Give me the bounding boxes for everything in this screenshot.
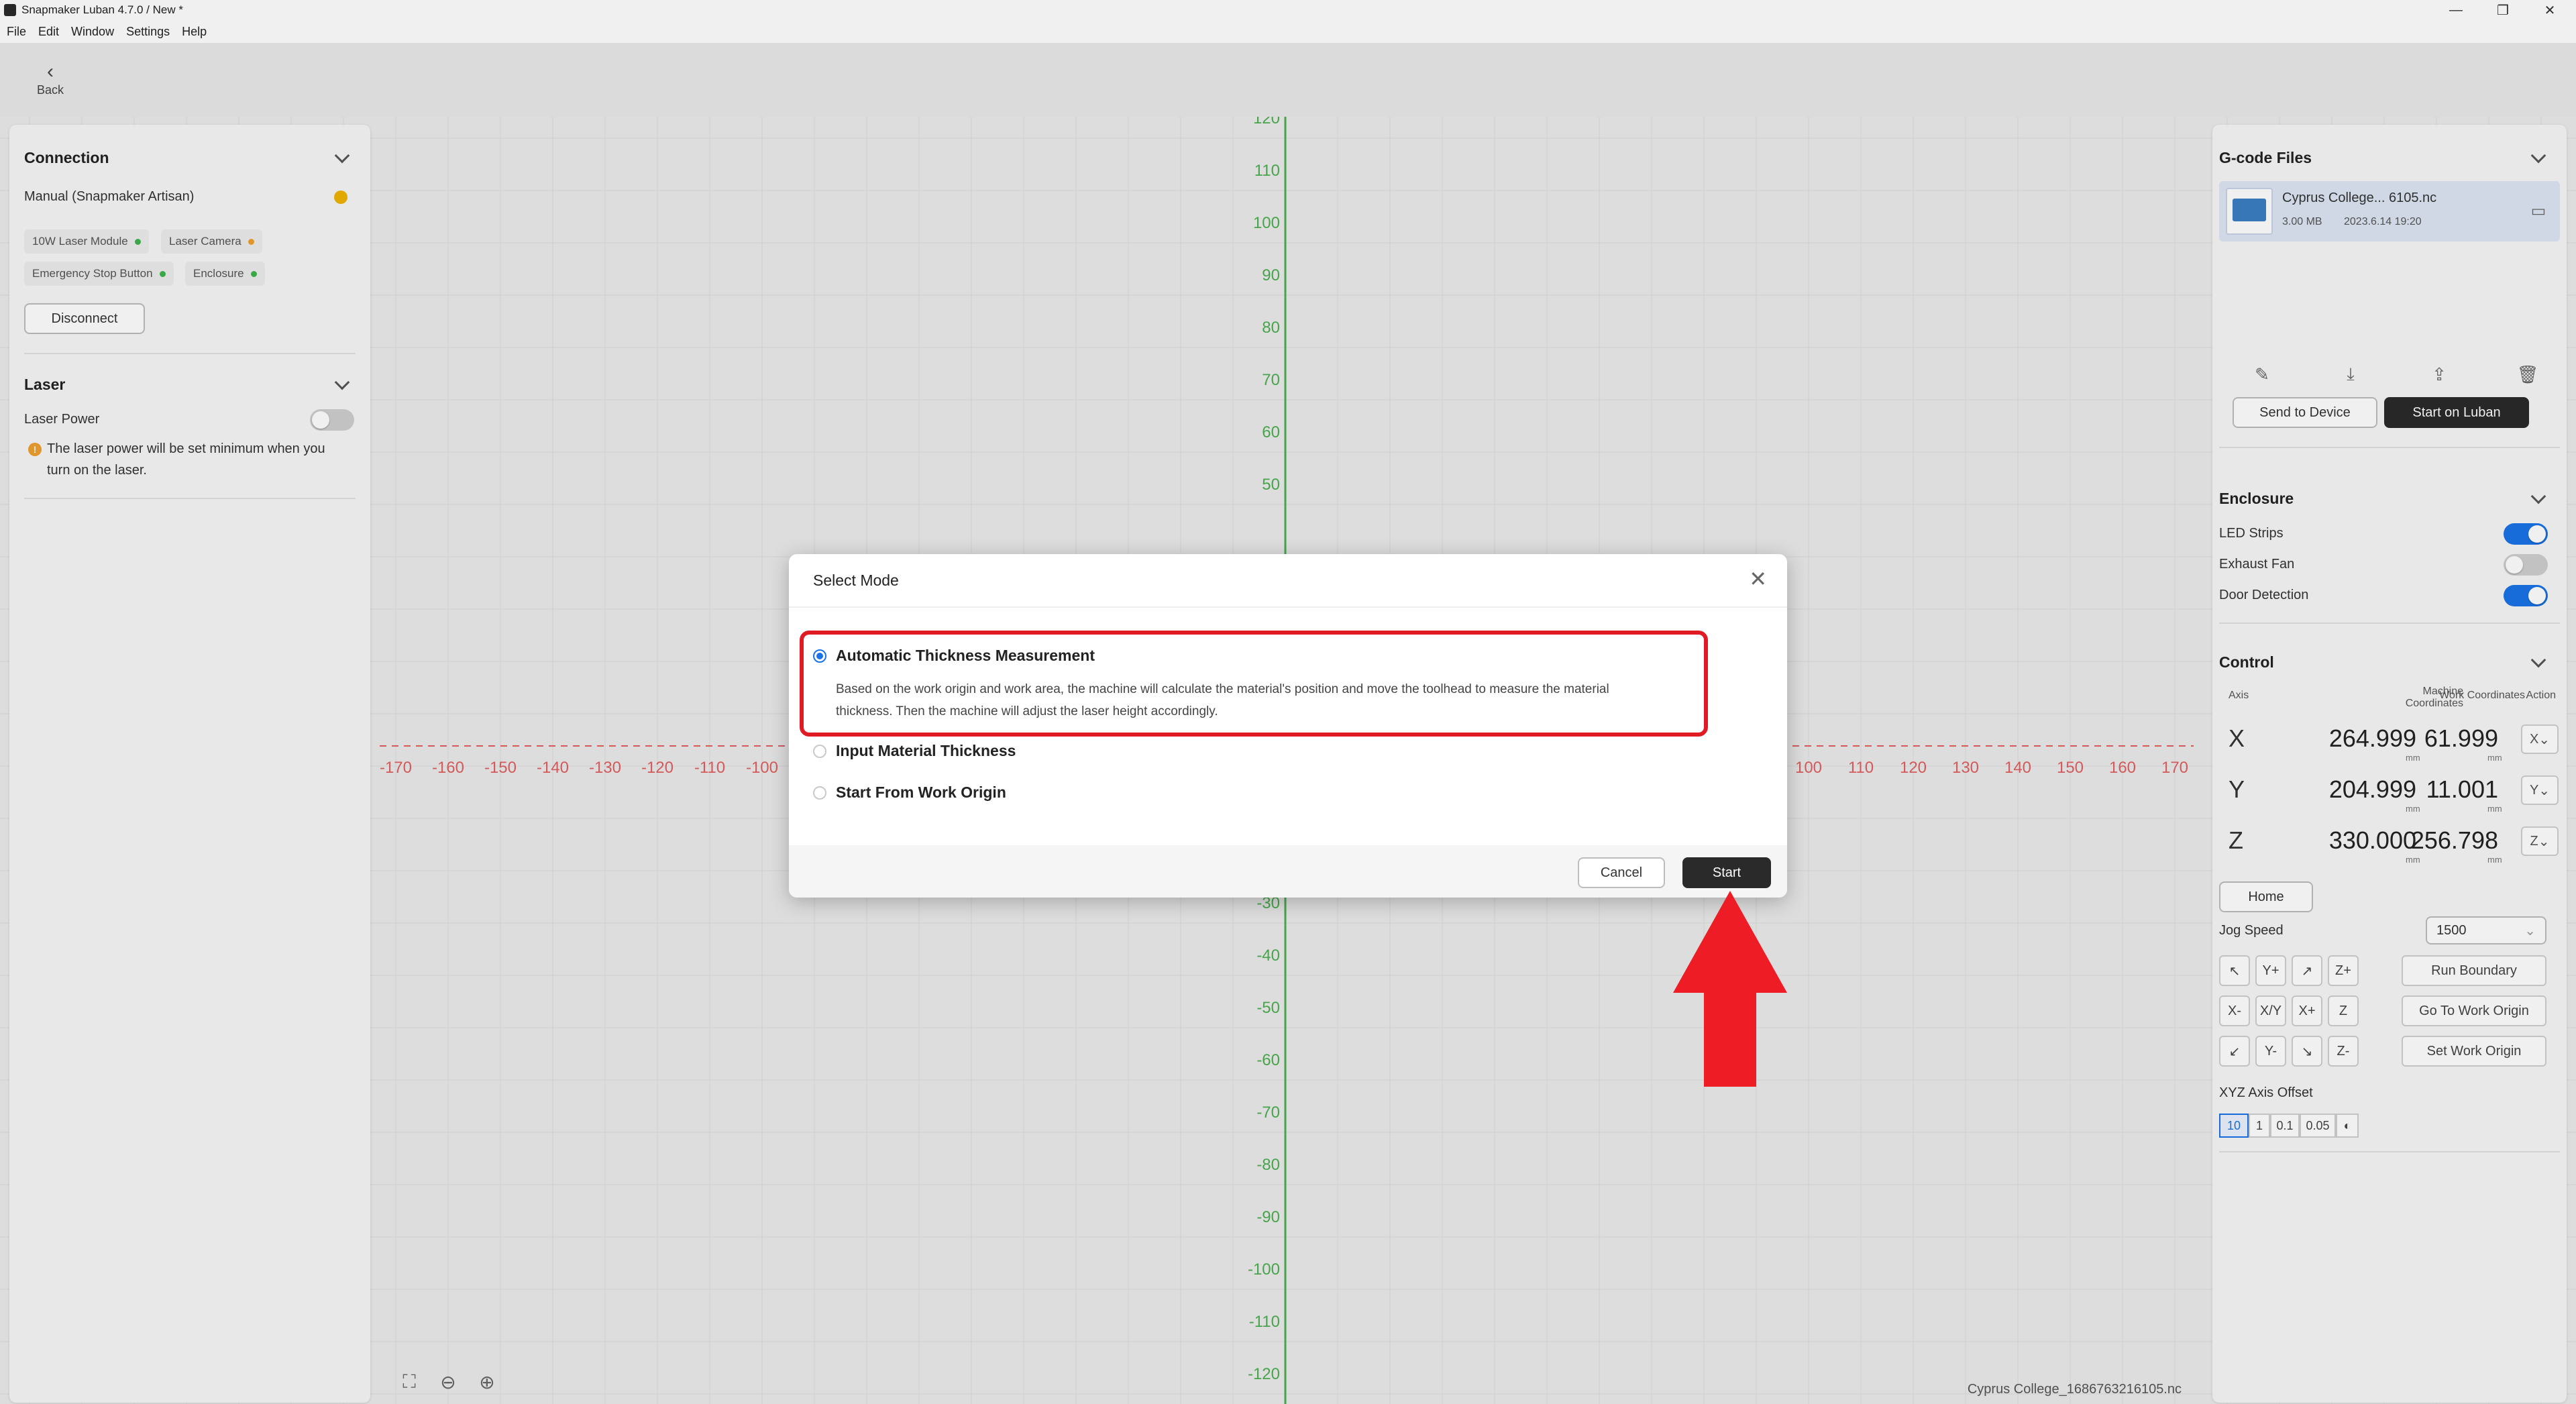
option-start-from-origin[interactable]: Start From Work Origin	[813, 784, 1006, 802]
dialog-title: Select Mode	[813, 572, 899, 589]
close-icon[interactable]: ✕	[1749, 566, 1767, 592]
dialog-footer: Cancel Start	[789, 845, 1787, 898]
option-label: Start From Work Origin	[836, 784, 1006, 801]
annotation-highlight-box	[800, 631, 1708, 737]
dialog-divider	[789, 606, 1787, 608]
radio-unchecked-icon[interactable]	[813, 786, 826, 800]
select-mode-dialog: Select Mode ✕ Automatic Thickness Measur…	[789, 554, 1787, 898]
radio-unchecked-icon[interactable]	[813, 744, 826, 758]
cancel-button[interactable]: Cancel	[1578, 857, 1665, 888]
option-label: Input Material Thickness	[836, 742, 1016, 759]
start-button[interactable]: Start	[1682, 857, 1771, 888]
option-input-thickness[interactable]: Input Material Thickness	[813, 742, 1016, 760]
annotation-arrow-icon	[1673, 891, 1787, 1087]
